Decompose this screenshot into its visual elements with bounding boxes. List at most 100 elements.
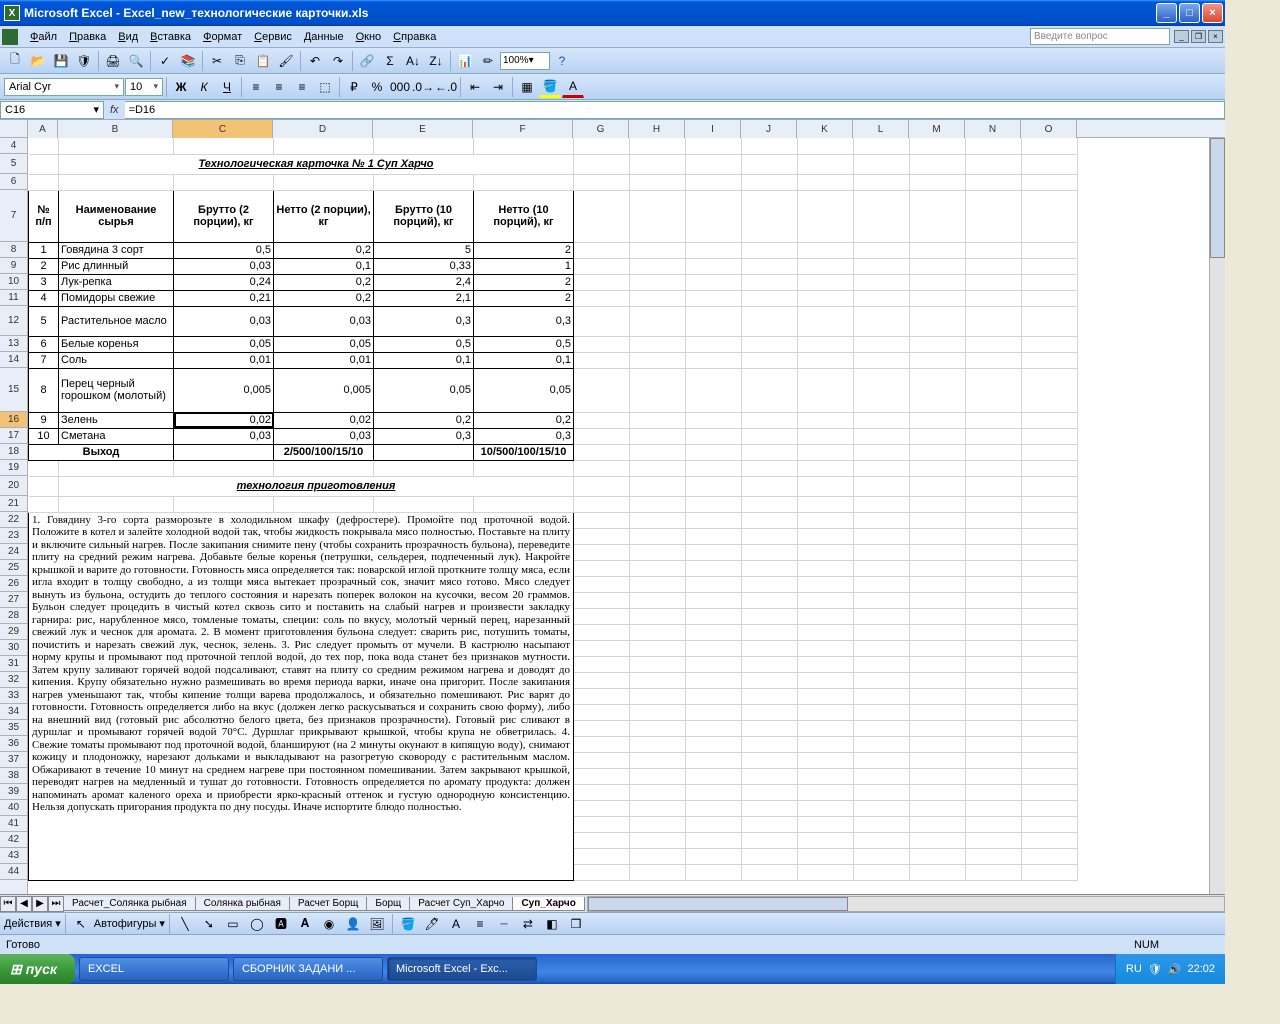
row-header-21[interactable]: 21 <box>0 496 27 512</box>
row-header-22[interactable]: 22 <box>0 512 27 528</box>
col-header-M[interactable]: M <box>909 120 965 138</box>
col-header-C[interactable]: C <box>173 120 273 138</box>
currency-icon[interactable]: ₽ <box>343 76 365 98</box>
sort-desc-icon[interactable]: Z↓ <box>425 50 447 72</box>
tray-icon[interactable]: 🛡 <box>1148 963 1162 976</box>
bold-icon[interactable]: Ж <box>170 76 192 98</box>
line-icon[interactable]: ╲ <box>174 913 196 935</box>
sheet-tab[interactable]: Солянка рыбная <box>195 897 290 911</box>
sort-asc-icon[interactable]: A↓ <box>402 50 424 72</box>
row-header-10[interactable]: 10 <box>0 274 27 290</box>
close-button[interactable]: × <box>1202 3 1223 23</box>
row-header-43[interactable]: 43 <box>0 848 27 864</box>
doc-close-button[interactable]: × <box>1208 30 1223 43</box>
italic-icon[interactable]: К <box>193 76 215 98</box>
underline-icon[interactable]: Ч <box>216 76 238 98</box>
row-header-23[interactable]: 23 <box>0 528 27 544</box>
col-header-A[interactable]: A <box>28 120 58 138</box>
menu-данные[interactable]: Данные <box>298 29 350 45</box>
col-header-N[interactable]: N <box>965 120 1021 138</box>
col-header-E[interactable]: E <box>373 120 473 138</box>
help-question-input[interactable]: Введите вопрос <box>1030 28 1170 45</box>
row-header-28[interactable]: 28 <box>0 608 27 624</box>
merge-icon[interactable]: ⬚ <box>314 76 336 98</box>
row-header-29[interactable]: 29 <box>0 624 27 640</box>
sheet-tab[interactable]: Расчет_Солянка рыбная <box>63 897 196 911</box>
row-header-40[interactable]: 40 <box>0 800 27 816</box>
menu-вставка[interactable]: Вставка <box>144 29 197 45</box>
spell-icon[interactable]: ✓ <box>154 50 176 72</box>
row-header-13[interactable]: 13 <box>0 336 27 352</box>
sheet-tab[interactable]: Суп_Харчо <box>512 897 584 911</box>
tab-nav-last[interactable]: ⏭ <box>48 896 64 912</box>
row-header-4[interactable]: 4 <box>0 138 27 154</box>
inc-decimal-icon[interactable]: .0→ <box>412 76 434 98</box>
fx-icon[interactable]: fx <box>104 104 125 116</box>
hyperlink-icon[interactable]: 🔗 <box>356 50 378 72</box>
spreadsheet-grid[interactable]: ABCDEFGHIJKLMNO 456789101112131415161718… <box>0 120 1225 894</box>
menu-окно[interactable]: Окно <box>350 29 388 45</box>
clock[interactable]: 22:02 <box>1187 963 1215 975</box>
row-header-35[interactable]: 35 <box>0 720 27 736</box>
actions-menu[interactable]: Действия ▾ <box>4 917 61 930</box>
taskbar-item[interactable]: Microsoft Excel - Exc... <box>387 957 537 981</box>
menu-файл[interactable]: Файл <box>24 29 63 45</box>
row-header-26[interactable]: 26 <box>0 576 27 592</box>
row-header-34[interactable]: 34 <box>0 704 27 720</box>
vertical-scrollbar[interactable] <box>1209 138 1225 894</box>
font-color-icon[interactable]: A <box>562 76 584 98</box>
line-style-icon[interactable]: ≡ <box>469 913 491 935</box>
undo-icon[interactable]: ↶ <box>304 50 326 72</box>
col-header-J[interactable]: J <box>741 120 797 138</box>
row-header-37[interactable]: 37 <box>0 752 27 768</box>
align-center-icon[interactable]: ≡ <box>268 76 290 98</box>
redo-icon[interactable]: ↷ <box>327 50 349 72</box>
row-header-14[interactable]: 14 <box>0 352 27 368</box>
picture-icon[interactable]: 🖼 <box>366 913 388 935</box>
comma-icon[interactable]: 000 <box>389 76 411 98</box>
row-header-38[interactable]: 38 <box>0 768 27 784</box>
row-header-16[interactable]: 16 <box>0 412 27 428</box>
tab-nav-prev[interactable]: ◀ <box>16 896 32 912</box>
font-size-combo[interactable]: 10▾ <box>125 78 163 96</box>
save-icon[interactable]: 💾 <box>50 50 72 72</box>
textbox-icon[interactable]: 🅰 <box>270 913 292 935</box>
row-header-25[interactable]: 25 <box>0 560 27 576</box>
dec-decimal-icon[interactable]: ←.0 <box>435 76 457 98</box>
row-header-17[interactable]: 17 <box>0 428 27 444</box>
menu-правка[interactable]: Правка <box>63 29 112 45</box>
menu-справка[interactable]: Справка <box>387 29 442 45</box>
font-name-combo[interactable]: Arial Cyr▾ <box>4 78 124 96</box>
row-header-5[interactable]: 5 <box>0 154 27 174</box>
row-header-31[interactable]: 31 <box>0 656 27 672</box>
paste-icon[interactable]: 📋 <box>252 50 274 72</box>
horizontal-scrollbar[interactable] <box>587 896 1225 912</box>
open-icon[interactable]: 📂 <box>27 50 49 72</box>
3d-icon[interactable]: ❒ <box>565 913 587 935</box>
taskbar-item[interactable]: EXCEL <box>79 957 229 981</box>
percent-icon[interactable]: % <box>366 76 388 98</box>
sheet-tab[interactable]: Расчет Борщ <box>289 897 368 911</box>
sheet-tab[interactable]: Расчет Суп_Харчо <box>409 897 513 911</box>
autosum-icon[interactable]: Σ <box>379 50 401 72</box>
col-header-I[interactable]: I <box>685 120 741 138</box>
shadow-icon[interactable]: ◧ <box>541 913 563 935</box>
tab-nav-next[interactable]: ▶ <box>32 896 48 912</box>
new-icon[interactable]: 🗋 <box>4 50 26 72</box>
row-header-44[interactable]: 44 <box>0 864 27 880</box>
col-header-D[interactable]: D <box>273 120 373 138</box>
row-header-18[interactable]: 18 <box>0 444 27 460</box>
format-painter-icon[interactable]: 🖌 <box>275 50 297 72</box>
system-tray[interactable]: RU 🛡 🔊 22:02 <box>1115 954 1225 984</box>
row-header-6[interactable]: 6 <box>0 174 27 190</box>
lang-indicator[interactable]: RU <box>1126 963 1142 975</box>
wordart-icon[interactable]: 𝐀 <box>294 913 316 935</box>
borders-icon[interactable]: ▦ <box>516 76 538 98</box>
row-header-15[interactable]: 15 <box>0 368 27 412</box>
row-header-19[interactable]: 19 <box>0 460 27 476</box>
doc-restore-button[interactable]: ❐ <box>1191 30 1206 43</box>
help-icon[interactable]: ? <box>551 50 573 72</box>
col-header-O[interactable]: O <box>1021 120 1077 138</box>
row-header-11[interactable]: 11 <box>0 290 27 306</box>
taskbar-item[interactable]: СБОРНИК ЗАДАНИ ... <box>233 957 383 981</box>
